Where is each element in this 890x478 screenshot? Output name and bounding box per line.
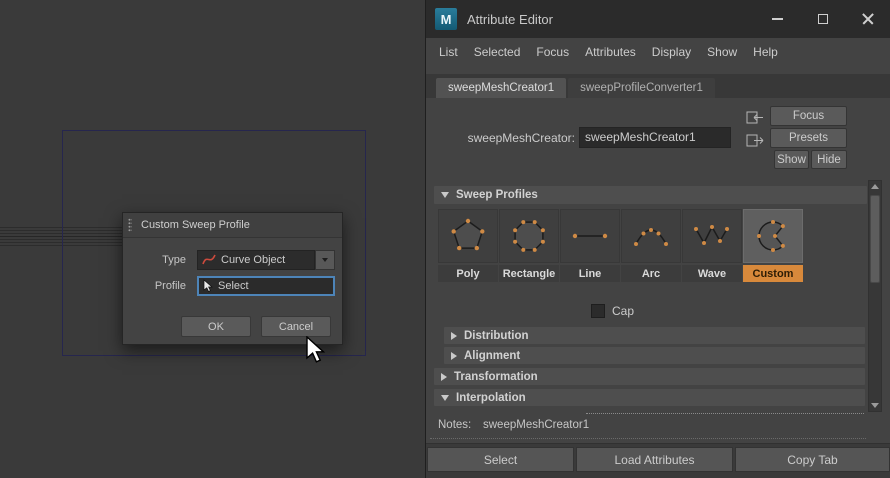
notes-value[interactable]: sweepMeshCreator1 [483, 419, 589, 431]
section-distribution[interactable]: Distribution [444, 327, 865, 344]
vertical-scrollbar[interactable] [868, 180, 882, 412]
hide-button[interactable]: Hide [811, 150, 847, 169]
menu-display[interactable]: Display [644, 45, 699, 59]
section-title: Alignment [464, 349, 521, 362]
type-dropdown-arrow-button[interactable] [315, 250, 335, 270]
profile-label: Line [560, 265, 620, 282]
profile-label: Poly [438, 265, 498, 282]
window-titlebar[interactable]: M Attribute Editor [426, 0, 890, 38]
menu-selected[interactable]: Selected [466, 45, 529, 59]
profile-rectangle[interactable]: Rectangle [499, 209, 559, 282]
tab-strip: sweepMeshCreator1 sweepProfileConverter1 [426, 74, 890, 98]
profile-label: Custom [743, 265, 803, 282]
presets-button[interactable]: Presets [770, 128, 847, 148]
divider [430, 438, 866, 439]
minimize-button[interactable] [755, 0, 800, 38]
tab-sweepprofileconverter1[interactable]: sweepProfileConverter1 [568, 78, 715, 98]
output-connection-icon[interactable] [746, 133, 764, 148]
expanded-triangle-icon [441, 394, 449, 401]
section-alignment[interactable]: Alignment [444, 347, 865, 364]
wave-profile-icon [694, 225, 729, 245]
focus-button[interactable]: Focus [770, 106, 847, 126]
dialog-titlebar[interactable]: Custom Sweep Profile [123, 213, 342, 238]
section-title: Distribution [464, 329, 529, 342]
pentagon-icon [451, 218, 485, 251]
profile-label: Rectangle [499, 265, 559, 282]
collapsed-triangle-icon [451, 331, 457, 340]
node-type-label: sweepMeshCreator: [467, 131, 575, 145]
scrollbar-thumb[interactable] [870, 195, 880, 283]
profile-label: Arc [621, 265, 681, 282]
ok-button[interactable]: OK [181, 316, 251, 337]
node-name-input[interactable]: sweepMeshCreator1 [579, 127, 731, 148]
type-dropdown[interactable]: Curve Object [197, 250, 315, 270]
cap-checkbox[interactable] [591, 304, 605, 318]
window-title: Attribute Editor [467, 11, 553, 27]
close-button[interactable] [845, 0, 890, 38]
section-title: Transformation [454, 370, 538, 383]
mouse-cursor [306, 336, 326, 363]
profile-poly[interactable]: Poly [438, 209, 498, 282]
profile-label: Profile [154, 280, 186, 292]
profile-label: Wave [682, 265, 742, 282]
collapsed-triangle-icon [451, 351, 457, 360]
profile-value: Select [218, 280, 249, 292]
line-profile-icon [572, 233, 608, 239]
maximize-button[interactable] [800, 0, 845, 38]
section-sweep-profiles[interactable]: Sweep Profiles [434, 186, 867, 204]
section-interpolation[interactable]: Interpolation [434, 389, 865, 406]
menubar: List Selected Focus Attributes Display S… [426, 38, 890, 65]
menu-list[interactable]: List [431, 45, 466, 59]
type-value: Curve Object [221, 254, 286, 266]
input-connection-icon[interactable] [746, 110, 764, 125]
dialog-title: Custom Sweep Profile [141, 219, 250, 231]
expanded-triangle-icon [441, 192, 449, 198]
profile-custom[interactable]: Custom [743, 209, 803, 282]
arc-profile-icon [634, 228, 668, 246]
cap-label: Cap [612, 304, 635, 318]
cancel-button[interactable]: Cancel [261, 316, 331, 337]
maximize-icon [817, 14, 828, 24]
grip-dots-icon [128, 218, 132, 232]
menu-attributes[interactable]: Attributes [577, 45, 644, 59]
attribute-editor-window: M Attribute Editor List Selected Focus A… [425, 0, 890, 478]
section-transformation[interactable]: Transformation [434, 368, 865, 385]
pick-cursor-icon [203, 279, 213, 292]
scroll-up-arrow-icon[interactable] [871, 184, 879, 189]
section-title: Interpolation [456, 391, 526, 404]
custom-profile-icon [757, 220, 785, 252]
tab-sweepmeshcreator1[interactable]: sweepMeshCreator1 [436, 78, 567, 98]
minimize-icon [772, 18, 783, 20]
profile-select-field[interactable]: Select [197, 276, 335, 296]
notes-resize-handle[interactable] [586, 413, 864, 414]
chevron-down-icon [322, 258, 328, 262]
load-attributes-button[interactable]: Load Attributes [576, 447, 733, 472]
copy-tab-button[interactable]: Copy Tab [735, 447, 890, 472]
type-label: Type [162, 254, 186, 266]
section-title: Sweep Profiles [456, 189, 538, 201]
profile-arc[interactable]: Arc [621, 209, 681, 282]
menu-help[interactable]: Help [745, 45, 786, 59]
profile-line[interactable]: Line [560, 209, 620, 282]
select-button[interactable]: Select [427, 447, 574, 472]
profile-wave[interactable]: Wave [682, 209, 742, 282]
notes-label: Notes: [438, 419, 472, 431]
show-button[interactable]: Show [774, 150, 809, 169]
close-icon [862, 13, 874, 25]
curve-object-icon [202, 254, 216, 265]
footer-bar: Select Load Attributes Copy Tab [426, 443, 890, 478]
menu-show[interactable]: Show [699, 45, 745, 59]
scroll-down-arrow-icon[interactable] [871, 403, 879, 408]
menu-focus[interactable]: Focus [528, 45, 577, 59]
screen: Custom Sweep Profile Type Curve Object P… [0, 0, 890, 478]
rectangle-profile-icon [513, 220, 545, 252]
collapsed-triangle-icon [441, 372, 447, 381]
maya-logo-icon: M [435, 8, 457, 30]
custom-sweep-profile-dialog: Custom Sweep Profile Type Curve Object P… [122, 212, 343, 345]
